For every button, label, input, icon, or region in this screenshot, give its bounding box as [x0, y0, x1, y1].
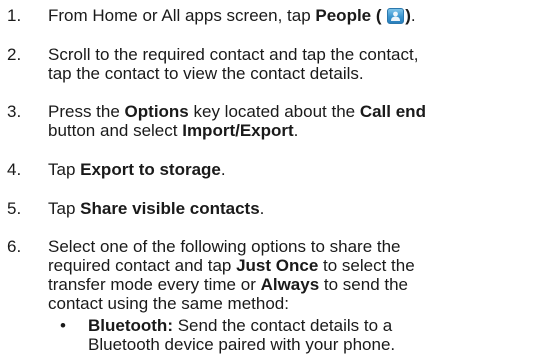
step-text: Press the Options key located about the … [48, 102, 532, 140]
step-line: Select one of the following options to s… [48, 237, 401, 256]
bullet-description: Send the contact details to a [172, 316, 393, 335]
step-text-bold: Import/Export [182, 121, 294, 140]
step-text-bold: Share visible contacts [80, 199, 260, 218]
step-text-plain: Tap [48, 199, 81, 218]
step-text: Tap Share visible contacts. [48, 199, 532, 218]
step-number: 6. [7, 237, 22, 256]
bullet-text: Bluetooth: Send the contact details to a… [88, 316, 532, 354]
instruction-document: 1. From Home or All apps screen, tap Peo… [0, 0, 534, 355]
step-text-plain: transfer mode every time or [48, 275, 261, 294]
step-text-bold: Export to storage [80, 160, 221, 179]
step-text: From Home or All apps screen, tap People… [48, 6, 532, 25]
step-text-plain: button and select [48, 121, 183, 140]
step-text: Scroll to the required contact and tap t… [48, 45, 532, 83]
bullet-description: Bluetooth device paired with your phone. [88, 335, 396, 354]
people-app-icon [387, 8, 405, 24]
step-text: Tap Export to storage. [48, 160, 532, 179]
step-text-plain: Press the [48, 102, 125, 121]
step-number: 1. [7, 6, 22, 25]
step-text-plain: Tap [48, 160, 81, 179]
step-text-plain: . [410, 6, 416, 25]
step-text-plain: . [220, 160, 226, 179]
step-line: Scroll to the required contact and tap t… [48, 45, 419, 64]
step-text-plain: to select the [318, 256, 415, 275]
step-text-plain: . [293, 121, 299, 140]
step-text-plain: From Home or All apps screen, tap [48, 6, 316, 25]
step-text-plain: to send the [319, 275, 409, 294]
step-text-bold: Call end [359, 102, 426, 121]
step-text-bold: Options [124, 102, 189, 121]
step-text-plain: key located about the [188, 102, 360, 121]
step-text-bold: Always [260, 275, 320, 294]
step-text: Select one of the following options to s… [48, 237, 532, 313]
step-number: 4. [7, 160, 22, 179]
step-text-bold: People ( [315, 6, 382, 25]
bullet-term: Bluetooth: [88, 316, 173, 335]
step-line: tap the contact to view the contact deta… [48, 64, 364, 83]
step-number: 3. [7, 102, 22, 121]
step-number: 2. [7, 45, 22, 64]
bullet-symbol: • [60, 316, 66, 335]
step-line: contact using the same method: [48, 294, 289, 313]
step-number: 5. [7, 199, 22, 218]
step-text-bold: Just Once [236, 256, 319, 275]
step-text-plain: . [259, 199, 265, 218]
step-text-plain: required contact and tap [48, 256, 237, 275]
